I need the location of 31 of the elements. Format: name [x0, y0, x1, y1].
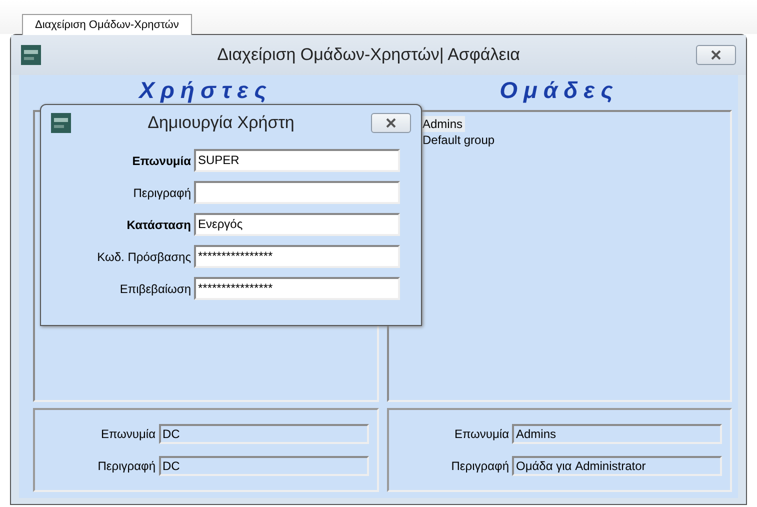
field-label: Επωνυμία — [100, 427, 156, 441]
field-label: Επωνυμία — [131, 154, 191, 168]
app-logo-icon — [21, 45, 41, 65]
field-label: Επωνυμία — [454, 427, 509, 441]
input-field[interactable]: DC — [158, 456, 368, 476]
close-button[interactable] — [696, 45, 736, 65]
input-field[interactable]: **************** — [194, 245, 400, 268]
close-button[interactable] — [371, 113, 411, 133]
dialog-title: Δημιουργία Χρήστη — [146, 113, 296, 133]
input-field[interactable]: Ενεργός — [194, 213, 400, 236]
field-label: Κατάσταση — [126, 218, 191, 232]
window-title: Διαχείριση Ομάδων-Χρηστών| Ασφάλεια — [216, 45, 521, 65]
field-label: Περιγραφή — [451, 459, 509, 473]
field-label: Περιγραφή — [98, 459, 156, 473]
app-logo-icon — [51, 113, 71, 133]
input-field[interactable]: SUPER — [194, 149, 400, 172]
close-icon — [710, 50, 722, 60]
list-item[interactable]: Admins — [420, 116, 465, 132]
input-field[interactable] — [194, 181, 400, 204]
input-field[interactable]: DC — [158, 424, 368, 444]
field-label: Επιβεβαίωση — [118, 282, 191, 296]
field-label: Κωδ. Πρόσβασης — [96, 250, 191, 264]
field-label: Περιγραφή — [132, 186, 191, 200]
users-heading: Χρήστες — [137, 76, 274, 105]
input-field[interactable]: Ομάδα για Administrator — [512, 456, 722, 476]
input-field[interactable]: Admins — [512, 424, 722, 444]
close-icon — [385, 118, 397, 128]
tab[interactable]: Διαχείριση Ομάδων-Χρηστών — [22, 14, 192, 35]
input-field[interactable]: **************** — [194, 277, 400, 300]
groups-heading: Ομάδες — [498, 76, 620, 105]
list-item[interactable]: Default group — [420, 132, 497, 148]
